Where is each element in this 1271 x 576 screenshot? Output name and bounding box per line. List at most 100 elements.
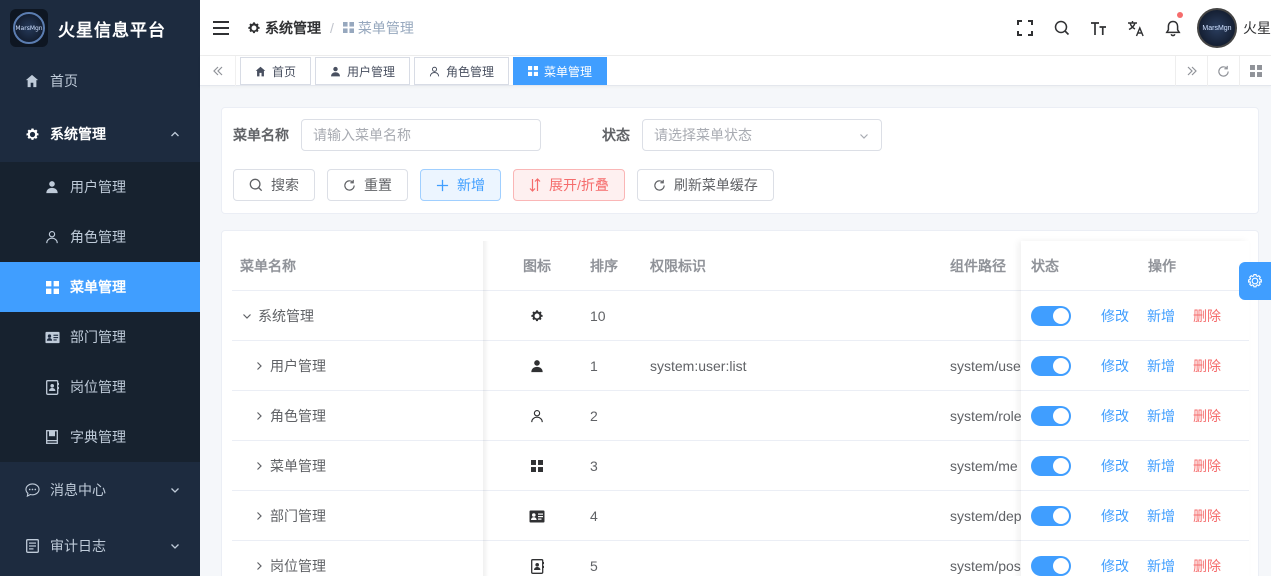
chevron-down-icon[interactable] [240, 311, 254, 321]
tag-label: 菜单管理 [544, 64, 593, 79]
chevron-right-icon[interactable] [252, 561, 266, 571]
delete-link[interactable]: 删除 [1193, 456, 1221, 476]
app-title: 火星信息平台 [58, 20, 166, 40]
delete-link[interactable]: 删除 [1193, 306, 1221, 326]
chevron-right-icon[interactable] [252, 411, 266, 421]
delete-link[interactable]: 删除 [1193, 406, 1221, 426]
row-sort: 10 [590, 308, 606, 324]
add-child-link[interactable]: 新增 [1147, 356, 1175, 376]
refresh-cache-button[interactable]: 刷新菜单缓存 [636, 169, 774, 201]
tags-scroll-right-icon[interactable] [1175, 56, 1207, 86]
tags-bar: 首页 用户管理 角色管理 菜单管理 [200, 56, 1271, 86]
row-name-cell: 角色管理 [240, 391, 480, 441]
sidebar-item-system[interactable]: 系统管理 [0, 106, 200, 162]
sidebar-item-roles[interactable]: 角色管理 [0, 212, 200, 262]
tag-roles[interactable]: 角色管理 [414, 57, 510, 85]
delete-link[interactable]: 删除 [1193, 356, 1221, 376]
gear-icon [248, 21, 260, 33]
add-child-link[interactable]: 新增 [1147, 556, 1175, 576]
top-header: 系统管理 / 菜单管理 MarsMgn 火星 [200, 0, 1271, 56]
tag-users[interactable]: 用户管理 [315, 57, 411, 85]
add-child-link[interactable]: 新增 [1147, 456, 1175, 476]
chevron-right-icon[interactable] [252, 461, 266, 471]
user-name[interactable]: 火星 [1243, 18, 1271, 38]
row-ops: 修改 新增 删除 [1101, 441, 1241, 491]
menu-name-placeholder: 请输入菜单名称 [313, 127, 411, 143]
refresh-icon[interactable] [1207, 56, 1239, 86]
sidebar-item-posts[interactable]: 岗位管理 [0, 362, 200, 412]
edit-link[interactable]: 修改 [1101, 306, 1129, 326]
edit-link[interactable]: 修改 [1101, 406, 1129, 426]
row-name-cell: 岗位管理 [240, 541, 480, 576]
sidebar-item-label: 系统管理 [50, 126, 106, 142]
menu-name-input[interactable]: 请输入菜单名称 [301, 119, 541, 151]
logo[interactable]: MarsMgn 火星信息平台 [0, 0, 200, 56]
status-switch-cell [1031, 341, 1071, 391]
status-switch-cell [1031, 491, 1071, 541]
chevron-right-icon[interactable] [252, 511, 266, 521]
add-button[interactable]: 新增 [420, 169, 501, 201]
sidebar-item-messages[interactable]: 消息中心 [0, 462, 200, 518]
reset-button[interactable]: 重置 [327, 169, 408, 201]
row-path: system/dep [950, 508, 1022, 524]
row-name-cell: 系统管理 [240, 291, 480, 341]
delete-link[interactable]: 删除 [1193, 506, 1221, 526]
status-switch-cell [1031, 541, 1071, 576]
row-name-cell: 菜单管理 [240, 441, 480, 491]
status-switch[interactable] [1031, 506, 1071, 526]
row-perm [650, 441, 930, 491]
status-switch[interactable] [1031, 406, 1071, 426]
sidebar-item-users[interactable]: 用户管理 [0, 162, 200, 212]
sidebar-item-audit-log[interactable]: 审计日志 [0, 518, 200, 574]
add-child-link[interactable]: 新增 [1147, 506, 1175, 526]
status-switch[interactable] [1031, 456, 1071, 476]
refresh-icon [344, 179, 355, 191]
table-row-actions: 修改 新增 删除 [1021, 291, 1249, 341]
translate-icon[interactable] [1117, 0, 1154, 56]
row-ops: 修改 新增 删除 [1101, 391, 1241, 441]
tags-scroll-left-icon[interactable] [200, 56, 236, 86]
gear-icon [1248, 274, 1262, 288]
breadcrumb-item-system[interactable]: 系统管理 [247, 18, 321, 38]
edit-link[interactable]: 修改 [1101, 556, 1129, 576]
tag-menus[interactable]: 菜单管理 [513, 57, 608, 85]
edit-link[interactable]: 修改 [1101, 506, 1129, 526]
status-switch-cell [1031, 391, 1071, 441]
sidebar-item-home[interactable]: 首页 [0, 56, 200, 106]
chevron-down-icon [860, 134, 868, 139]
id-card-icon [44, 329, 60, 345]
status-switch[interactable] [1031, 556, 1071, 576]
add-child-link[interactable]: 新增 [1147, 406, 1175, 426]
id-card-icon [519, 491, 555, 541]
delete-link[interactable]: 删除 [1193, 556, 1221, 576]
bell-icon[interactable] [1154, 0, 1191, 56]
search-form: 菜单名称 请输入菜单名称 状态 请选择菜单状态 搜索 重置 新增 展开/折叠 刷… [221, 107, 1259, 214]
avatar[interactable]: MarsMgn [1197, 8, 1237, 48]
sidebar-item-dictionary[interactable]: 字典管理 [0, 412, 200, 462]
status-select[interactable]: 请选择菜单状态 [642, 119, 882, 151]
row-name: 岗位管理 [270, 558, 326, 574]
status-switch[interactable] [1031, 356, 1071, 376]
row-perm [650, 291, 930, 341]
tag-home[interactable]: 首页 [240, 57, 312, 85]
expand-collapse-button[interactable]: 展开/折叠 [513, 169, 625, 201]
font-size-icon[interactable] [1080, 0, 1117, 56]
row-sort: 1 [590, 358, 598, 374]
sidebar-item-departments[interactable]: 部门管理 [0, 312, 200, 362]
hamburger-icon[interactable] [213, 20, 229, 35]
user-icon [44, 179, 60, 195]
status-switch[interactable] [1031, 306, 1071, 326]
chevron-right-icon[interactable] [252, 361, 266, 371]
sidebar-item-menus[interactable]: 菜单管理 [0, 262, 200, 312]
notification-badge [1177, 12, 1183, 18]
fullscreen-icon[interactable] [1006, 0, 1043, 56]
search-icon[interactable] [1043, 0, 1080, 56]
edit-link[interactable]: 修改 [1101, 356, 1129, 376]
tags-menu-icon[interactable] [1239, 56, 1271, 86]
settings-drawer-button[interactable] [1239, 262, 1271, 300]
header-status: 状态 [1031, 258, 1059, 274]
search-button[interactable]: 搜索 [233, 169, 315, 201]
row-perm: system:user:list [650, 358, 747, 374]
edit-link[interactable]: 修改 [1101, 456, 1129, 476]
add-child-link[interactable]: 新增 [1147, 306, 1175, 326]
